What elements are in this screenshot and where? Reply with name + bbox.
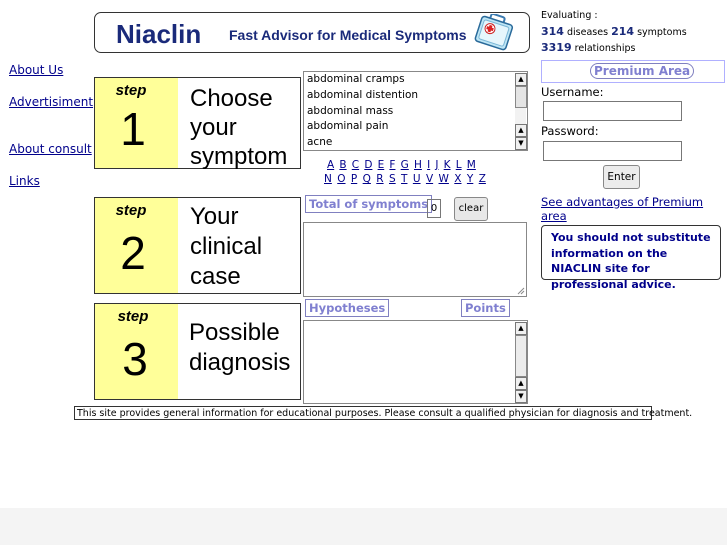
step-1-panel: step 1 Choose your symptom: [94, 77, 301, 171]
premium-area-header: Premium Area: [541, 60, 725, 83]
password-input[interactable]: [543, 141, 682, 161]
site-tagline: Fast Advisor for Medical Symptoms: [229, 27, 467, 43]
premium-advantages-link[interactable]: See advantages of Premium area: [541, 195, 727, 223]
list-item[interactable]: abdominal cramps: [304, 72, 527, 88]
alphabet-letter-link[interactable]: T: [401, 173, 407, 185]
scroll-down-icon[interactable]: ▼: [515, 390, 527, 403]
clinical-case-textarea[interactable]: [303, 222, 527, 297]
hypotheses-list[interactable]: ▲ ▲ ▼: [303, 320, 528, 404]
step-1-number: 1: [120, 103, 146, 155]
evaluating-label: Evaluating :: [541, 10, 598, 21]
alphabet-letter-link[interactable]: V: [426, 173, 433, 185]
step-2-label: step: [115, 202, 147, 219]
nav-about-consult[interactable]: About consult: [9, 142, 92, 156]
clear-button[interactable]: clear: [454, 197, 488, 221]
alphabet-letter-link[interactable]: P: [351, 173, 357, 185]
diseases-label: diseases: [567, 27, 609, 38]
diseases-count: 314: [541, 25, 564, 38]
scroll-down-icon[interactable]: ▼: [515, 137, 527, 150]
page-footer-band: [0, 508, 727, 545]
symptom-count: 0: [427, 199, 441, 218]
step-2-number-box: step 2: [95, 198, 178, 293]
step-2-panel: step 2 Your clinical case: [94, 197, 301, 294]
hypotheses-label: Hypotheses: [305, 299, 390, 317]
scroll-up-icon[interactable]: ▲: [515, 377, 527, 390]
nav-advertisiment[interactable]: Advertisiment: [9, 95, 93, 109]
scroll-up-icon[interactable]: ▲: [515, 124, 527, 137]
step-1-label: step: [115, 82, 147, 99]
header-banner: Niaclin Fast Advisor for Medical Symptom…: [94, 12, 530, 53]
alphabet-letter-link[interactable]: X: [454, 173, 461, 185]
password-label: Password:: [541, 124, 599, 138]
step-1-line: your: [190, 114, 237, 141]
scroll-up-icon[interactable]: ▲: [515, 73, 527, 86]
list-item[interactable]: abdominal distention: [304, 88, 527, 104]
alphabet-letter-link[interactable]: O: [337, 173, 345, 185]
alphabet-letter-link[interactable]: R: [376, 173, 383, 185]
list-item[interactable]: abdominal mass: [304, 104, 527, 120]
step-3-description: Possible diagnosis: [189, 318, 290, 378]
scroll-thumb[interactable]: [515, 335, 527, 377]
username-label: Username:: [541, 85, 604, 99]
symptom-list-scrollbar[interactable]: ▲ ▲ ▼: [515, 73, 527, 150]
alphabet-letter-link[interactable]: W: [439, 173, 449, 185]
step-2-line: Your: [190, 203, 239, 230]
symptoms-count: 214: [611, 25, 635, 38]
step-1-line: Choose: [190, 85, 273, 112]
total-symptoms-label: Total of symptoms: [305, 195, 433, 213]
scroll-up-icon[interactable]: ▲: [515, 322, 527, 335]
step-2-line: clinical: [190, 233, 263, 260]
step-3-label: step: [117, 308, 149, 325]
professional-advice-notice: You should not substitute information on…: [541, 225, 721, 291]
stats-line-1: 314 diseases 214 symptoms: [541, 25, 687, 38]
alphabet-letter-link[interactable]: Z: [479, 173, 486, 185]
relationships-label: relationships: [574, 43, 636, 54]
first-aid-kit-icon: [474, 14, 514, 51]
symptoms-label: symptoms: [637, 27, 687, 38]
list-item[interactable]: abdominal pain: [304, 119, 527, 135]
stats-line-2: 3319 relationships: [541, 41, 635, 54]
list-item[interactable]: acne: [304, 135, 527, 151]
step-3-line: diagnosis: [189, 349, 291, 376]
alphabet-row-2: NOPQRSTUVWXYZ: [324, 167, 491, 186]
step-3-number: 3: [122, 333, 148, 385]
step-1-line: symptom: [190, 143, 288, 170]
username-input[interactable]: [543, 101, 682, 121]
relationships-count: 3319: [541, 41, 572, 54]
enter-button[interactable]: Enter: [603, 165, 640, 189]
step-2-line: case: [190, 263, 241, 290]
points-label: Points: [461, 299, 510, 317]
step-1-number-box: step 1: [95, 78, 178, 168]
step-2-number: 2: [120, 227, 146, 279]
step-2-description: Your clinical case: [190, 202, 262, 292]
disclaimer-bar: This site provides general information f…: [74, 406, 692, 420]
resize-grip-icon[interactable]: [517, 287, 525, 295]
premium-area-title: Premium Area: [590, 63, 695, 79]
step-3-panel: step 3 Possible diagnosis: [94, 303, 301, 400]
scroll-thumb[interactable]: [515, 86, 527, 108]
step-3-number-box: step 3: [95, 304, 178, 399]
alphabet-letter-link[interactable]: Y: [467, 173, 473, 185]
nav-links[interactable]: Links: [9, 174, 40, 188]
step-1-description: Choose your symptom: [190, 84, 287, 171]
alphabet-letter-link[interactable]: N: [324, 173, 332, 185]
nav-about-us[interactable]: About Us: [9, 63, 63, 77]
hypotheses-scrollbar[interactable]: ▲ ▲ ▼: [515, 322, 527, 403]
alphabet-letter-link[interactable]: S: [389, 173, 396, 185]
step-3-line: Possible: [189, 319, 280, 346]
symptom-list[interactable]: abdominal cramps abdominal distention ab…: [303, 71, 528, 151]
alphabet-letter-link[interactable]: Q: [363, 173, 371, 185]
alphabet-letter-link[interactable]: U: [413, 173, 421, 185]
site-logo[interactable]: Niaclin: [116, 19, 201, 50]
